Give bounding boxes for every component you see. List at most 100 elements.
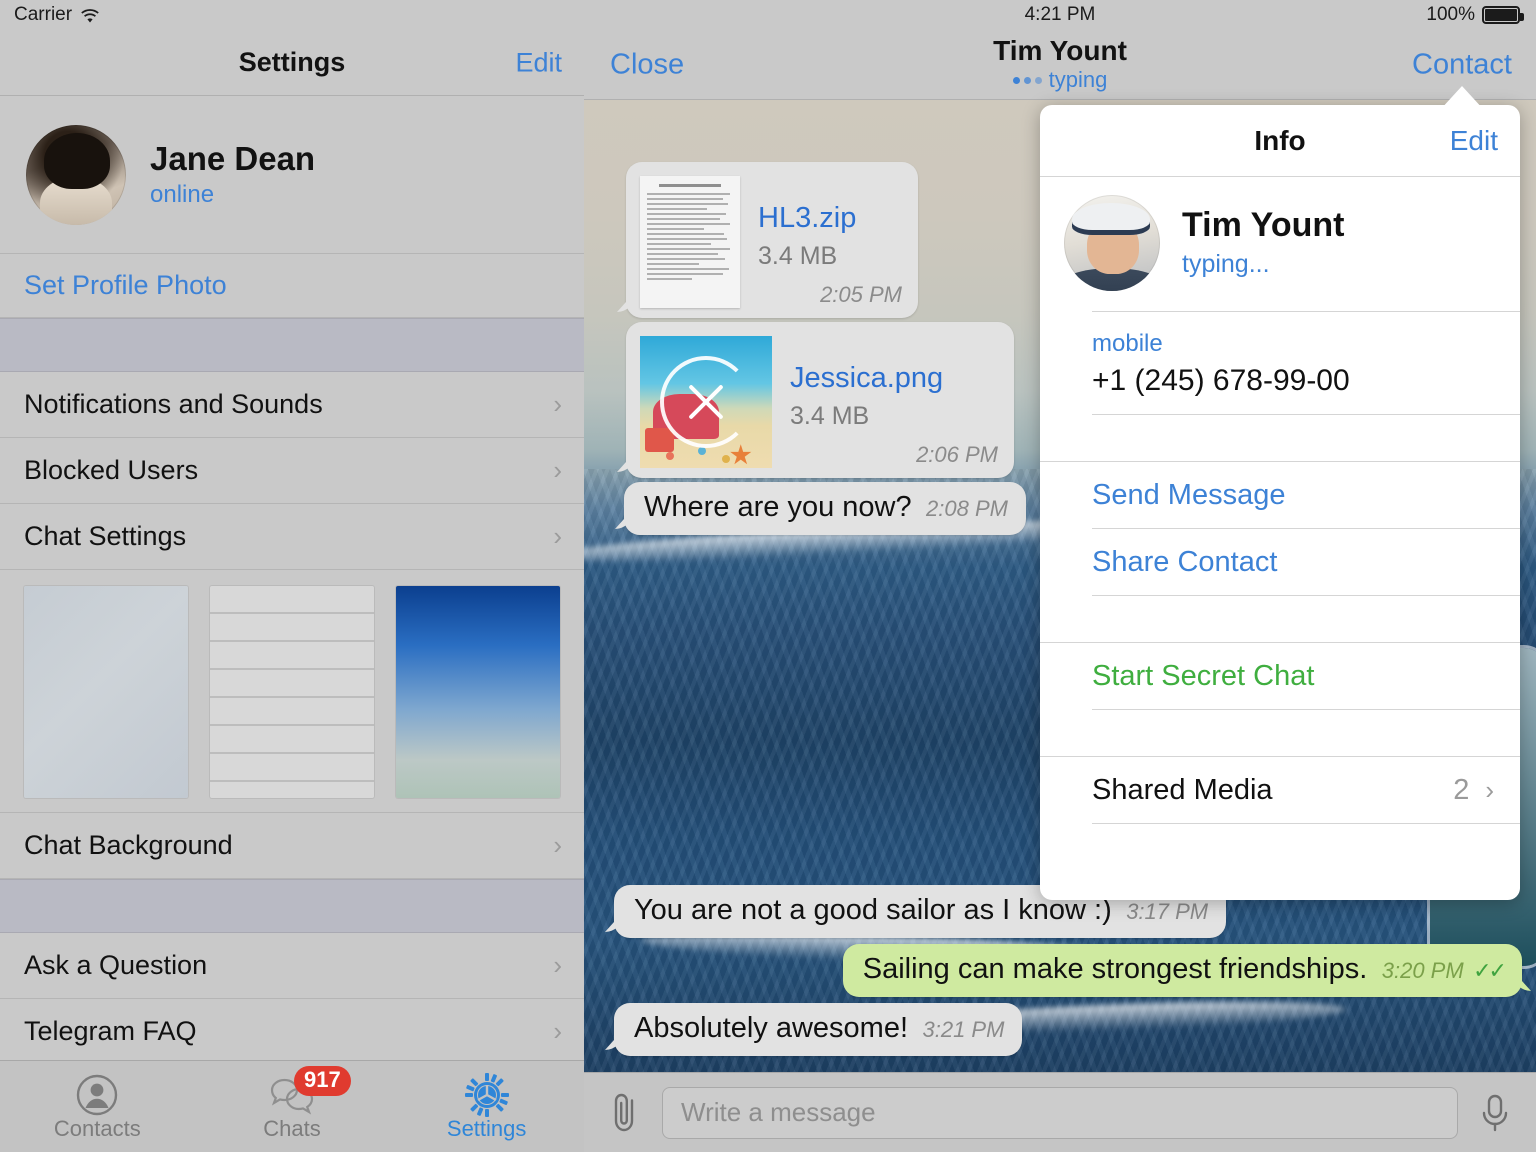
file-size: 3.4 MB [790, 402, 870, 431]
phone-row[interactable]: mobile +1 (245) 678-99-00 [1040, 312, 1520, 414]
tab-label: Settings [446, 1115, 527, 1141]
microphone-icon[interactable] [1476, 1091, 1514, 1135]
message-time: 2:06 PM [916, 442, 998, 467]
paperclip-icon[interactable] [606, 1091, 644, 1135]
chevron-right-icon: › [553, 1016, 562, 1046]
popover-title: Info [1254, 124, 1306, 156]
shared-media-right: 2 › [1453, 774, 1494, 807]
page-title: Settings [238, 47, 346, 77]
file-name[interactable]: HL3.zip [758, 200, 856, 236]
wallpaper-thumb-blue-sky[interactable] [396, 586, 560, 798]
tab-settings[interactable]: Settings [412, 1072, 562, 1142]
message-bubble-text[interactable]: Where are you now? 2:08 PM [624, 482, 1026, 535]
message-text: Where are you now? [644, 491, 912, 523]
message-bubble-text[interactable]: Absolutely awesome! 3:21 PM [614, 1003, 1023, 1056]
message-time: 3:17 PM [1126, 899, 1209, 924]
shared-media-count: 2 [1453, 773, 1470, 806]
contact-name: Tim Yount [1182, 205, 1345, 244]
contact-status: typing... [1182, 250, 1270, 279]
chevron-right-icon: › [553, 455, 562, 485]
left-status-bar: Carrier [0, 0, 584, 30]
chat-navbar: Close Tim Yount typing Contact [584, 30, 1536, 100]
shared-media-label: Shared Media [1092, 773, 1273, 806]
message-time: 2:08 PM [926, 496, 1008, 521]
typing-label: typing [1048, 67, 1108, 93]
popover-spacer [1040, 596, 1520, 642]
close-button[interactable]: Close [610, 48, 684, 81]
start-secret-chat-label: Start Secret Chat [1092, 659, 1315, 692]
message-input-placeholder: Write a message [681, 1097, 876, 1127]
start-secret-chat-button[interactable]: Start Secret Chat [1040, 643, 1520, 709]
shared-media-row[interactable]: Shared Media 2 › [1040, 757, 1520, 823]
chevron-right-icon: › [1485, 774, 1494, 805]
popover-spacer [1040, 415, 1520, 461]
wallpaper-thumb-plain-gray[interactable] [24, 586, 188, 798]
message-text: Absolutely awesome! [634, 1012, 909, 1044]
divider [1092, 823, 1520, 824]
settings-navbar: Settings Edit [0, 30, 584, 96]
settings-edit-button[interactable]: Edit [515, 47, 562, 78]
message-bubble-file[interactable]: Jessica.png 3.4 MB 2:06 PM [626, 322, 1014, 478]
message-bubble-text-outgoing[interactable]: Sailing can make strongest friendships. … [842, 944, 1522, 997]
telegram-ipad-screen: Carrier Settings Edit Jane Dean online S… [0, 0, 1536, 1152]
popover-contact-text: Tim Yount typing... [1182, 205, 1345, 279]
avatar[interactable] [26, 124, 126, 225]
phone-number[interactable]: +1 (245) 678-99-00 [1092, 364, 1496, 398]
cancel-download-icon[interactable] [683, 379, 729, 425]
sidebar-item-notifications[interactable]: Notifications and Sounds › [0, 372, 584, 438]
chevron-right-icon: › [553, 521, 562, 551]
sidebar-item-label: Chat Settings [24, 521, 187, 551]
message-input-bar: Write a message [584, 1072, 1536, 1152]
message-text: Sailing can make strongest friendships. [862, 953, 1368, 985]
send-message-button[interactable]: Send Message [1040, 462, 1520, 528]
popover-navbar: Info Edit [1040, 105, 1520, 177]
section-gap-2 [0, 879, 584, 933]
set-profile-photo-label: Set Profile Photo [24, 270, 227, 300]
message-time: 3:20 PM [1381, 958, 1464, 983]
contact-info-popover: Info Edit Tim Yount typing... mobile +1 … [1040, 105, 1520, 900]
sidebar-item-chat-background[interactable]: Chat Background › [0, 813, 584, 879]
popover-edit-button[interactable]: Edit [1450, 125, 1498, 157]
image-thumbnail [640, 336, 772, 468]
tab-contacts[interactable]: Contacts [22, 1072, 172, 1142]
sidebar-item-label: Telegram FAQ [24, 1016, 197, 1046]
tab-label: Chats [263, 1115, 321, 1141]
share-contact-label: Share Contact [1092, 545, 1278, 578]
set-profile-photo-button[interactable]: Set Profile Photo [0, 254, 584, 318]
message-input[interactable]: Write a message [662, 1086, 1458, 1139]
clock-label: 4:21 PM [1024, 4, 1096, 25]
chevron-right-icon: › [553, 389, 562, 419]
message-bubble-file[interactable]: HL3.zip 3.4 MB 2:05 PM [626, 162, 918, 318]
carrier-label: Carrier [14, 4, 73, 25]
wifi-icon [80, 8, 100, 23]
contacts-icon [22, 1072, 172, 1118]
document-thumbnail [640, 176, 740, 308]
popover-contact-row[interactable]: Tim Yount typing... [1040, 177, 1520, 311]
read-receipt-icon: ✓✓ [1473, 958, 1507, 983]
contact-button[interactable]: Contact [1412, 48, 1512, 81]
chat-title: Tim Yount [993, 34, 1127, 66]
sidebar-item-label: Chat Background [24, 830, 233, 860]
sidebar-item-ask-a-question[interactable]: Ask a Question › [0, 933, 584, 999]
tab-chats[interactable]: 917 Chats [217, 1065, 367, 1142]
file-name[interactable]: Jessica.png [790, 360, 943, 396]
sidebar-item-blocked-users[interactable]: Blocked Users › [0, 438, 584, 504]
wallpaper-picker [0, 570, 584, 813]
tab-label: Contacts [53, 1115, 141, 1141]
tab-bar: Contacts 917 Chats Settings [0, 1060, 584, 1152]
sidebar-item-telegram-faq[interactable]: Telegram FAQ › [0, 999, 584, 1065]
section-gap-1 [0, 318, 584, 372]
wallpaper-thumb-wood-planks[interactable] [210, 586, 374, 798]
send-message-label: Send Message [1092, 478, 1286, 511]
profile-name: Jane Dean [150, 139, 316, 177]
message-time: 3:21 PM [922, 1017, 1005, 1042]
profile-row[interactable]: Jane Dean online [0, 96, 584, 254]
share-contact-button[interactable]: Share Contact [1040, 529, 1520, 595]
message-text: You are not a good sailor as I know :) [634, 894, 1112, 926]
profile-status: online [150, 181, 215, 209]
avatar[interactable] [1064, 195, 1160, 291]
profile-text: Jane Dean online [150, 140, 315, 210]
typing-indicator: typing [1012, 67, 1108, 93]
chats-unread-badge: 917 [293, 1065, 351, 1096]
sidebar-item-chat-settings[interactable]: Chat Settings › [0, 504, 584, 570]
